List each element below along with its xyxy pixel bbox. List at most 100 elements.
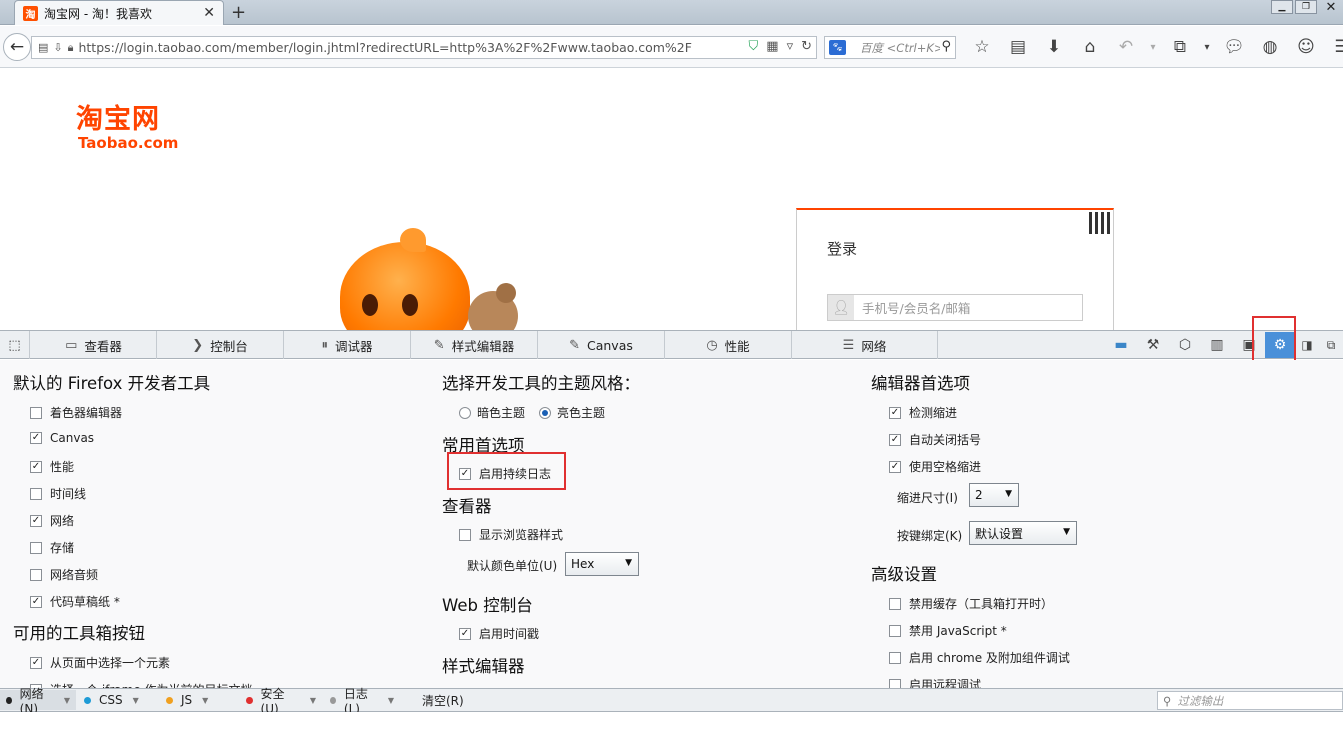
url-text[interactable]: https://login.taobao.com/member/login.jh… <box>78 40 718 55</box>
taobao-logo[interactable]: 淘宝网 Taobao.com <box>76 97 186 152</box>
close-tab-icon[interactable]: ✕ <box>203 5 215 21</box>
tab-performance[interactable]: ◷ 性能 <box>665 331 792 359</box>
tab-inspector[interactable]: ▭ 查看器 <box>31 331 157 359</box>
default-tool-checkbox[interactable]: ✓ Canvas <box>30 431 94 445</box>
console-filter-button[interactable]: 日志(L) ▼ <box>324 687 400 716</box>
toolbox-button-checkbox[interactable]: 选择一个 iframe 作为当前的目标文档 <box>30 681 253 688</box>
bookmark-star-icon[interactable]: ☆ <box>964 35 1000 59</box>
username-field[interactable]: 👤︎ 手机号/会员名/邮箱 <box>827 294 1083 321</box>
checkbox[interactable]: ✓ <box>459 467 471 480</box>
color-unit-select[interactable]: Hex ▼ <box>565 552 639 576</box>
checkbox[interactable]: ✓ <box>30 514 42 527</box>
toolbox-button-checkbox[interactable]: ✓ 从页面中选择一个元素 <box>30 654 170 671</box>
checkbox[interactable]: ✓ <box>30 432 42 444</box>
menu-icon[interactable]: ☰ <box>1324 35 1343 59</box>
checkbox[interactable]: ✓ <box>889 433 901 446</box>
chevron-down-icon[interactable]: ▼ <box>202 696 208 705</box>
home-icon[interactable]: ⌂ <box>1072 35 1108 59</box>
chevron-down-icon[interactable]: ▼ <box>310 696 316 705</box>
tab-debugger[interactable]: ⏸ 调试器 <box>284 331 411 359</box>
smiley-icon[interactable]: ☺ <box>1288 35 1324 59</box>
shield-icon[interactable]: ⛉ <box>749 39 759 54</box>
tab-network[interactable]: ☰ 网络 <box>792 331 938 359</box>
chevron-down-icon[interactable]: ▼ <box>388 696 394 705</box>
tab-style-editor[interactable]: ✎ 样式编辑器 <box>411 331 538 359</box>
checkbox[interactable] <box>30 487 42 500</box>
default-tool-checkbox[interactable]: 着色器编辑器 <box>30 404 122 421</box>
advanced-setting-checkbox[interactable]: 禁用缓存（工具箱打开时） <box>889 595 1053 612</box>
console-filter-button[interactable]: 网络(N) ▼ <box>0 687 76 716</box>
3d-view-icon[interactable]: ⬡ <box>1169 337 1201 353</box>
clear-console-button[interactable]: 清空(R) <box>416 690 470 710</box>
settings-gear-icon[interactable]: ⚙ <box>1265 332 1295 358</box>
radio-light[interactable] <box>539 406 551 419</box>
radio-dark[interactable] <box>459 406 471 419</box>
chevron-down-icon[interactable]: ▼ <box>64 696 70 705</box>
globe-icon[interactable]: ◍ <box>1252 35 1288 59</box>
checkbox[interactable]: ✓ <box>30 656 42 669</box>
theme-light-radio[interactable]: 亮色主题 <box>539 404 605 421</box>
element-picker-icon[interactable]: ⬚ <box>0 331 30 359</box>
undo-icon[interactable]: ↶ <box>1108 35 1144 59</box>
lock-icon[interactable]: 🔒︎ <box>68 41 74 55</box>
default-tool-checkbox[interactable]: ✓ 性能 <box>30 458 74 475</box>
search-icon[interactable]: ⚲ <box>941 39 951 54</box>
checkbox[interactable] <box>30 568 42 581</box>
console-filter-button[interactable]: JS ▼ <box>160 690 238 710</box>
checkbox[interactable] <box>889 597 901 610</box>
checkbox[interactable]: ✓ <box>889 460 901 473</box>
console-output[interactable] <box>0 712 1343 734</box>
download-page-icon[interactable]: ⇩ <box>53 41 62 54</box>
browser-tab[interactable]: 淘 淘宝网 - 淘！我喜欢 ✕ <box>14 0 224 25</box>
default-tool-checkbox[interactable]: ✓ 网络 <box>30 512 74 529</box>
back-button-icon[interactable]: ← <box>3 33 31 61</box>
keybinding-select[interactable]: 默认设置 ▼ <box>969 521 1077 545</box>
checkbox[interactable] <box>889 624 901 637</box>
username-placeholder[interactable]: 手机号/会员名/邮箱 <box>862 298 970 317</box>
close-window-icon[interactable]: ✕ <box>1319 0 1343 15</box>
dropdown-icon[interactable]: ▿ <box>787 39 794 54</box>
scratchpad-icon[interactable]: ▥ <box>1201 337 1233 353</box>
search-bar[interactable]: 🐾︎ 百度 <Ctrl+K> ⚲ <box>824 36 956 59</box>
maximize-icon[interactable]: ❐ <box>1295 0 1317 14</box>
split-console-icon[interactable]: ▬ <box>1105 337 1137 353</box>
crop-dropdown-icon[interactable]: ▾ <box>1198 35 1216 59</box>
checkbox[interactable] <box>889 678 901 688</box>
url-bar[interactable]: ▤ ⇩ 🔒︎ https://login.taobao.com/member/l… <box>31 36 817 59</box>
checkbox[interactable]: ✓ <box>30 595 42 608</box>
checkbox[interactable] <box>459 528 471 541</box>
checkbox[interactable] <box>889 651 901 664</box>
advanced-setting-checkbox[interactable]: 启用远程调试 <box>889 676 981 688</box>
advanced-setting-checkbox[interactable]: 启用 chrome 及附加组件调试 <box>889 649 1070 666</box>
checkbox[interactable]: ✓ <box>889 406 901 419</box>
tab-console[interactable]: ❯ 控制台 <box>157 331 284 359</box>
indent-size-select[interactable]: 2 ▼ <box>969 483 1019 507</box>
checkbox[interactable] <box>30 541 42 554</box>
editor-pref-checkbox[interactable]: ✓ 自动关闭括号 <box>889 431 981 448</box>
checkbox[interactable]: ✓ <box>30 460 42 473</box>
checkbox[interactable] <box>30 406 42 419</box>
console-filter-button[interactable]: CSS ▼ <box>78 690 158 710</box>
default-tool-checkbox[interactable]: 时间线 <box>30 485 86 502</box>
search-placeholder[interactable]: 百度 <Ctrl+K> <box>860 40 940 56</box>
dock-side-icon[interactable]: ◨ <box>1295 338 1319 352</box>
tab-canvas[interactable]: ✎ Canvas <box>538 331 665 359</box>
chat-icon[interactable]: 💬︎ <box>1216 35 1252 59</box>
crop-icon[interactable]: ⧉ <box>1162 35 1198 59</box>
editor-pref-checkbox[interactable]: ✓ 检测缩进 <box>889 404 957 421</box>
theme-dark-radio[interactable]: 暗色主题 <box>459 404 525 421</box>
qr-code-icon[interactable]: ▦ <box>766 39 778 54</box>
show-browser-styles-checkbox[interactable]: 显示浏览器样式 <box>459 526 563 543</box>
reading-list-icon[interactable]: ▤ <box>1000 35 1036 59</box>
persist-logs-checkbox[interactable]: ✓ 启用持续日志 <box>459 465 551 482</box>
console-filter-button[interactable]: 安全(U) ▼ <box>240 687 322 716</box>
chevron-down-icon[interactable]: ▼ <box>133 696 139 705</box>
undock-icon[interactable]: ⧉ <box>1319 338 1343 353</box>
default-tool-checkbox[interactable]: 存储 <box>30 539 74 556</box>
reader-view-icon[interactable]: ▤ <box>38 41 48 54</box>
minimize-icon[interactable]: ▁ <box>1271 0 1293 14</box>
timestamps-checkbox[interactable]: ✓ 启用时间戳 <box>459 625 539 642</box>
responsive-mode-icon[interactable]: ▣ <box>1233 337 1265 353</box>
download-icon[interactable]: ⬇ <box>1036 35 1072 59</box>
editor-pref-checkbox[interactable]: ✓ 使用空格缩进 <box>889 458 981 475</box>
